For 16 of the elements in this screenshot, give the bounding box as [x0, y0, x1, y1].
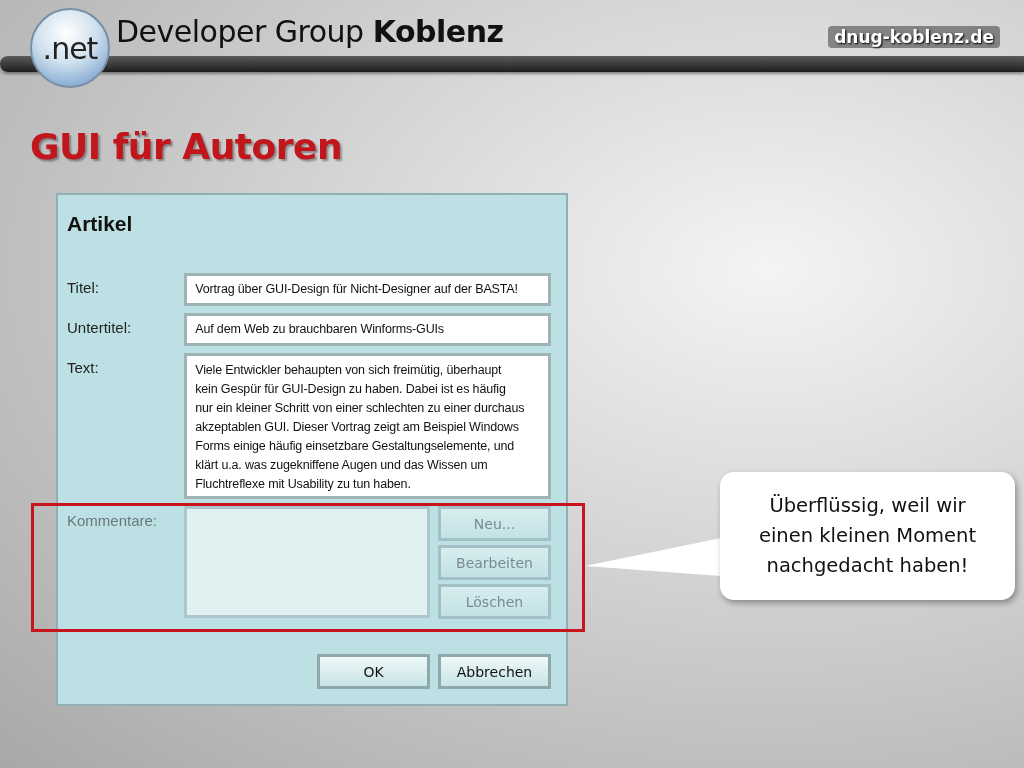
dialog-button[interactable]: Abbrechen [438, 654, 551, 689]
input-field[interactable]: Vortrag über GUI-Design für Nicht-Designer auf der BASTA! [184, 273, 551, 306]
group-title: Developer Group Koblenz [116, 14, 504, 49]
field-label: Kommentare: [67, 511, 159, 529]
website-url: dnug-koblenz.de [828, 26, 1000, 48]
dialog-button[interactable]: OK [317, 654, 430, 689]
input-field[interactable]: Auf dem Web zu brauchbaren Winforms-GUIs [184, 313, 551, 346]
dialog-title: Artikel [67, 211, 133, 237]
callout-bubble: Überflüssig, weil wir einen kleinen Moment nachgedacht haben! [720, 472, 1015, 600]
logo: .net [30, 8, 110, 88]
text-area[interactable]: Viele Entwickler behaupten von sich freimütig, überhaupt kein Gespür für GUI-Design zu haben. Dabei ist es häufig nur ein kleiner Schritt von einer schlechten zu einer durchaus akzeptablen GUI. Dieser Vortrag zeigt am Beispiel Windows Forms einige häufig einsetzbare Gestaltungselemente, und klärt u.a. was zugekniffene Augen und das Wissen um Fluchtreflexe mit Usability zu tun haben. [184, 353, 551, 499]
comment-list[interactable] [183, 506, 430, 618]
field-label: Titel: [67, 278, 100, 296]
slide-title: GUI für Autoren [30, 126, 343, 167]
field-label: Untertitel: [67, 318, 133, 336]
field-label: Text: [67, 358, 100, 376]
